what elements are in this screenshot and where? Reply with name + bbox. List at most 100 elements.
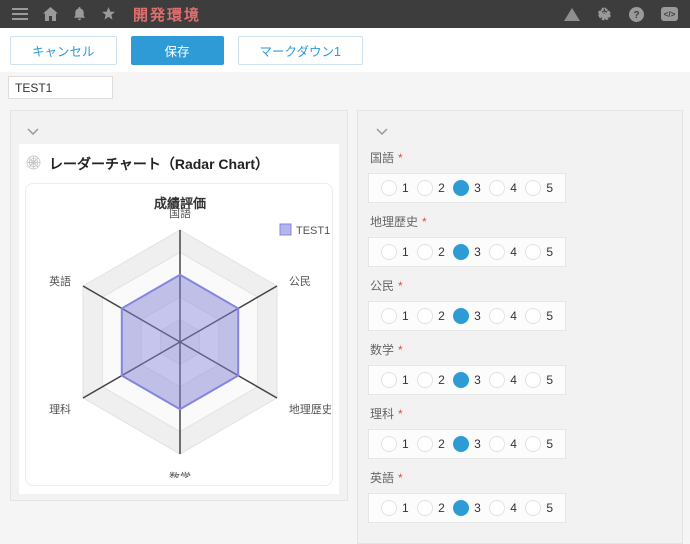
radio-circle[interactable] bbox=[453, 436, 469, 452]
menu-icon[interactable] bbox=[12, 8, 28, 20]
radio-option[interactable]: 3 bbox=[453, 372, 481, 388]
help-icon[interactable]: ? bbox=[629, 7, 644, 22]
radio-option[interactable]: 1 bbox=[381, 500, 409, 516]
radio-group: 1 2 3 4 5 bbox=[368, 429, 566, 459]
radio-circle[interactable] bbox=[381, 180, 397, 196]
chart-panel: レーダーチャート（Radar Chart） 成績評価TEST1国語公民地理歴史数… bbox=[10, 110, 348, 501]
code-icon[interactable]: </> bbox=[661, 7, 678, 21]
radio-option[interactable]: 3 bbox=[453, 244, 481, 260]
radio-option[interactable]: 4 bbox=[489, 436, 517, 452]
radio-option[interactable]: 3 bbox=[453, 500, 481, 516]
radio-circle[interactable] bbox=[489, 244, 505, 260]
radio-circle[interactable] bbox=[381, 308, 397, 324]
radio-circle[interactable] bbox=[381, 244, 397, 260]
markdown-button[interactable]: マークダウン1 bbox=[238, 36, 363, 65]
record-title-input[interactable] bbox=[8, 76, 113, 99]
radio-circle[interactable] bbox=[525, 308, 541, 324]
radio-option-label: 2 bbox=[438, 309, 445, 323]
star-icon[interactable] bbox=[101, 7, 116, 21]
radio-circle[interactable] bbox=[417, 308, 433, 324]
fields-list: 国語* 1 2 3 4 5 地理歴史* 1 2 3 bbox=[368, 149, 672, 523]
radio-option[interactable]: 4 bbox=[489, 500, 517, 516]
home-icon[interactable] bbox=[43, 7, 58, 21]
radio-option-label: 5 bbox=[546, 373, 553, 387]
field-label: 地理歴史* bbox=[370, 213, 672, 230]
radio-option[interactable]: 5 bbox=[525, 372, 553, 388]
radio-option-label: 5 bbox=[546, 437, 553, 451]
radio-option[interactable]: 2 bbox=[417, 500, 445, 516]
radio-option[interactable]: 5 bbox=[525, 308, 553, 324]
radio-option-label: 5 bbox=[546, 501, 553, 515]
bell-icon[interactable] bbox=[73, 7, 86, 21]
radio-option[interactable]: 4 bbox=[489, 180, 517, 196]
radio-option[interactable]: 1 bbox=[381, 244, 409, 260]
radio-circle[interactable] bbox=[489, 180, 505, 196]
radio-circle[interactable] bbox=[525, 436, 541, 452]
radio-option[interactable]: 1 bbox=[381, 308, 409, 324]
field-group: 理科* 1 2 3 4 5 bbox=[368, 405, 672, 459]
triangle-icon[interactable] bbox=[564, 8, 580, 21]
radio-option[interactable]: 5 bbox=[525, 244, 553, 260]
save-button[interactable]: 保存 bbox=[131, 36, 224, 65]
radio-option[interactable]: 4 bbox=[489, 372, 517, 388]
gear-icon[interactable] bbox=[597, 7, 612, 22]
chevron-down-icon[interactable] bbox=[368, 115, 396, 144]
field-label-text: 英語 bbox=[370, 471, 394, 485]
radio-option[interactable]: 2 bbox=[417, 372, 445, 388]
radio-option[interactable]: 4 bbox=[489, 308, 517, 324]
radio-option[interactable]: 5 bbox=[525, 436, 553, 452]
field-group: 国語* 1 2 3 4 5 bbox=[368, 149, 672, 203]
chevron-down-icon[interactable] bbox=[19, 115, 47, 144]
cancel-button[interactable]: キャンセル bbox=[10, 36, 117, 65]
radio-option-label: 1 bbox=[402, 181, 409, 195]
radio-circle[interactable] bbox=[453, 500, 469, 516]
radio-circle[interactable] bbox=[453, 244, 469, 260]
radio-circle[interactable] bbox=[489, 436, 505, 452]
radio-group: 1 2 3 4 5 bbox=[368, 493, 566, 523]
radio-circle[interactable] bbox=[525, 180, 541, 196]
radio-option[interactable]: 1 bbox=[381, 372, 409, 388]
radio-circle[interactable] bbox=[453, 180, 469, 196]
radio-option[interactable]: 2 bbox=[417, 180, 445, 196]
radio-circle[interactable] bbox=[417, 500, 433, 516]
radio-option-label: 2 bbox=[438, 181, 445, 195]
radio-option[interactable]: 3 bbox=[453, 436, 481, 452]
radio-option[interactable]: 4 bbox=[489, 244, 517, 260]
radio-option-label: 3 bbox=[474, 501, 481, 515]
radio-circle[interactable] bbox=[525, 372, 541, 388]
radio-option-label: 4 bbox=[510, 309, 517, 323]
radio-option[interactable]: 2 bbox=[417, 244, 445, 260]
radio-circle[interactable] bbox=[525, 500, 541, 516]
svg-text:?: ? bbox=[633, 10, 639, 21]
radio-circle[interactable] bbox=[489, 308, 505, 324]
radio-circle[interactable] bbox=[381, 372, 397, 388]
radio-circle[interactable] bbox=[381, 500, 397, 516]
radio-option[interactable]: 5 bbox=[525, 500, 553, 516]
radio-circle[interactable] bbox=[489, 500, 505, 516]
radio-option[interactable]: 3 bbox=[453, 180, 481, 196]
radio-circle[interactable] bbox=[417, 244, 433, 260]
radio-circle[interactable] bbox=[453, 372, 469, 388]
radio-option[interactable]: 2 bbox=[417, 308, 445, 324]
svg-text:国語: 国語 bbox=[169, 206, 191, 220]
radio-circle[interactable] bbox=[417, 436, 433, 452]
radio-option[interactable]: 3 bbox=[453, 308, 481, 324]
field-label-text: 国語 bbox=[370, 151, 394, 165]
radio-circle[interactable] bbox=[381, 436, 397, 452]
svg-text:数学: 数学 bbox=[169, 470, 191, 478]
svg-text:TEST1: TEST1 bbox=[296, 225, 330, 237]
radio-option[interactable]: 2 bbox=[417, 436, 445, 452]
radio-option[interactable]: 1 bbox=[381, 436, 409, 452]
radio-circle[interactable] bbox=[525, 244, 541, 260]
required-asterisk: * bbox=[398, 471, 403, 485]
radio-option[interactable]: 1 bbox=[381, 180, 409, 196]
radio-circle[interactable] bbox=[417, 180, 433, 196]
radio-option-label: 3 bbox=[474, 437, 481, 451]
svg-text:</>: </> bbox=[664, 10, 676, 19]
toolbar: キャンセル 保存 マークダウン1 bbox=[0, 28, 690, 72]
radio-option[interactable]: 5 bbox=[525, 180, 553, 196]
app-header: 開発環境 ? </> bbox=[0, 0, 690, 28]
radio-circle[interactable] bbox=[453, 308, 469, 324]
radio-circle[interactable] bbox=[489, 372, 505, 388]
radio-circle[interactable] bbox=[417, 372, 433, 388]
